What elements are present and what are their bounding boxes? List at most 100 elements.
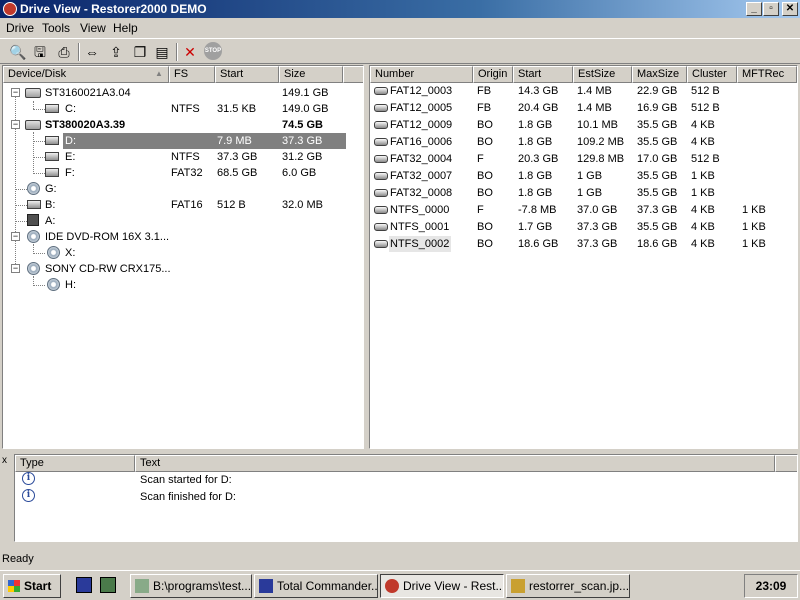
hard-disk-icon — [25, 88, 41, 98]
result-cell: 1.8 GB — [518, 170, 553, 182]
taskbar-item-active[interactable]: Drive View - Rest... — [380, 574, 504, 598]
save-quicklaunch-icon[interactable] — [76, 577, 92, 593]
image-file-icon — [511, 579, 525, 593]
col-fs[interactable]: FS — [169, 66, 215, 83]
delete-icon[interactable]: ✕ — [180, 42, 200, 62]
tree-item-drive[interactable]: H: — [65, 277, 76, 293]
result-cell: 1.8 GB — [518, 119, 553, 131]
taskbar-item[interactable]: restorrer_scan.jp... — [506, 574, 630, 598]
result-cell: 1 KB — [691, 170, 715, 182]
cd-drive-icon — [27, 262, 40, 275]
menu-view[interactable]: View — [80, 21, 106, 35]
scan-icon[interactable]: 🔍 — [8, 42, 28, 62]
print-icon[interactable]: ⎙ — [54, 42, 74, 62]
result-cell: 22.9 GB — [637, 85, 678, 97]
resize-icon[interactable]: ⇔ — [82, 42, 102, 62]
expand-toggle[interactable]: − — [11, 88, 20, 97]
partition-result-icon — [374, 121, 388, 129]
result-row-number[interactable]: FAT12_0009 — [390, 117, 452, 133]
result-cell: FB — [477, 85, 492, 97]
taskbar-item[interactable]: Total Commander... — [254, 574, 378, 598]
result-cell: 109.2 MB — [577, 136, 625, 148]
result-cell: F — [477, 153, 484, 165]
menu-tools[interactable]: Tools — [42, 21, 70, 35]
col-start[interactable]: Start — [215, 66, 279, 83]
col-size[interactable]: Size — [279, 66, 343, 83]
col-mftrec[interactable]: MFTRec — [737, 66, 797, 83]
search-drive-icon[interactable]: 🖫 — [30, 42, 50, 62]
log-entry: Scan finished for D: — [140, 491, 236, 503]
tree-item-partition[interactable]: C: — [65, 101, 76, 117]
removable-drive-icon — [27, 182, 40, 195]
result-cell: 1.8 GB — [518, 187, 553, 199]
tree-item-drive[interactable]: A: — [45, 213, 55, 229]
expand-toggle[interactable]: − — [11, 120, 20, 129]
start-button[interactable]: Start — [3, 574, 61, 598]
result-cell: BO — [477, 221, 493, 233]
menu-drive[interactable]: Drive — [6, 21, 34, 35]
partition-icon — [45, 136, 59, 145]
expand-toggle[interactable]: − — [11, 264, 20, 273]
col-device-disk[interactable]: Device/Disk — [3, 66, 169, 83]
col-estsize[interactable]: EstSize — [573, 66, 632, 83]
result-row-number[interactable]: NTFS_0002 — [389, 236, 452, 252]
partition-icon — [45, 168, 59, 177]
col-number[interactable]: Number — [370, 66, 473, 83]
result-row-number[interactable]: FAT32_0007 — [390, 168, 452, 184]
log-close-icon[interactable]: x — [2, 455, 7, 466]
taskbar-item[interactable]: B:\programs\test... — [130, 574, 252, 598]
stop-icon[interactable]: STOP — [204, 42, 224, 62]
result-cell: 1.4 MB — [577, 85, 612, 97]
result-cell: 20.3 GB — [518, 153, 559, 165]
result-row-number[interactable]: NTFS_0001 — [390, 219, 449, 235]
tree-item-drive[interactable]: B: — [45, 197, 55, 213]
result-row-number[interactable]: FAT12_0005 — [390, 100, 452, 116]
window-title: Drive View - Restorer2000 DEMO — [20, 2, 207, 16]
expand-toggle[interactable]: − — [11, 232, 20, 241]
close-button[interactable]: ✕ — [782, 2, 798, 16]
export-icon[interactable]: ⇪ — [106, 42, 126, 62]
result-row-number[interactable]: FAT32_0004 — [390, 151, 452, 167]
result-cell: 35.5 GB — [637, 187, 678, 199]
tree-item-partition[interactable]: F: — [65, 165, 75, 181]
result-row-number[interactable]: FAT16_0006 — [390, 134, 452, 150]
result-cell: 37.3 GB — [577, 221, 618, 233]
result-cell: BO — [477, 238, 493, 250]
col-origin[interactable]: Origin — [473, 66, 513, 83]
maximize-button[interactable]: ▫ — [763, 2, 779, 16]
result-cell: 4 KB — [691, 136, 715, 148]
tree-item-partition[interactable]: E: — [65, 149, 75, 165]
col-maxsize[interactable]: MaxSize — [632, 66, 687, 83]
partition-result-icon — [374, 240, 388, 248]
result-cell: 37.0 GB — [577, 204, 618, 216]
result-cell: 18.6 GB — [637, 238, 678, 250]
menu-bar: Drive Tools View Help — [0, 19, 800, 37]
copy-icon[interactable]: ❐ — [130, 42, 150, 62]
result-cell: 129.8 MB — [577, 153, 625, 165]
tree-item-drive[interactable]: X: — [65, 245, 75, 261]
col-text[interactable]: Text — [135, 455, 775, 472]
result-cell: 20.4 GB — [518, 102, 559, 114]
menu-help[interactable]: Help — [113, 21, 138, 35]
result-row-number[interactable]: FAT12_0003 — [390, 83, 452, 99]
app-icon[interactable] — [3, 2, 17, 16]
result-row-number[interactable]: NTFS_0000 — [390, 202, 449, 218]
result-cell: -7.8 MB — [518, 204, 557, 216]
tree-item-disk[interactable]: ST3160021A3.04 — [45, 85, 131, 101]
result-cell: 4 KB — [691, 238, 715, 250]
desktop-quicklaunch-icon[interactable] — [100, 577, 116, 593]
result-row-number[interactable]: FAT32_0008 — [390, 185, 452, 201]
col-cluster[interactable]: Cluster — [687, 66, 737, 83]
tree-item-drive[interactable]: G: — [45, 181, 57, 197]
properties-icon[interactable]: ▤ — [152, 42, 172, 62]
result-cell: 1 GB — [577, 187, 603, 199]
tree-item-device[interactable]: IDE DVD-ROM 16X 3.1... — [45, 229, 169, 245]
minimize-button[interactable]: _ — [746, 2, 762, 16]
tree-item-device[interactable]: SONY CD-RW CRX175... — [45, 261, 171, 277]
tree-item-disk[interactable]: ST380020A3.39 — [45, 117, 125, 133]
result-cell: 1.8 GB — [518, 136, 553, 148]
col-type[interactable]: Type — [15, 455, 135, 472]
status-text: Ready — [2, 553, 34, 565]
result-cell: 4 KB — [691, 221, 715, 233]
col-start[interactable]: Start — [513, 66, 573, 83]
